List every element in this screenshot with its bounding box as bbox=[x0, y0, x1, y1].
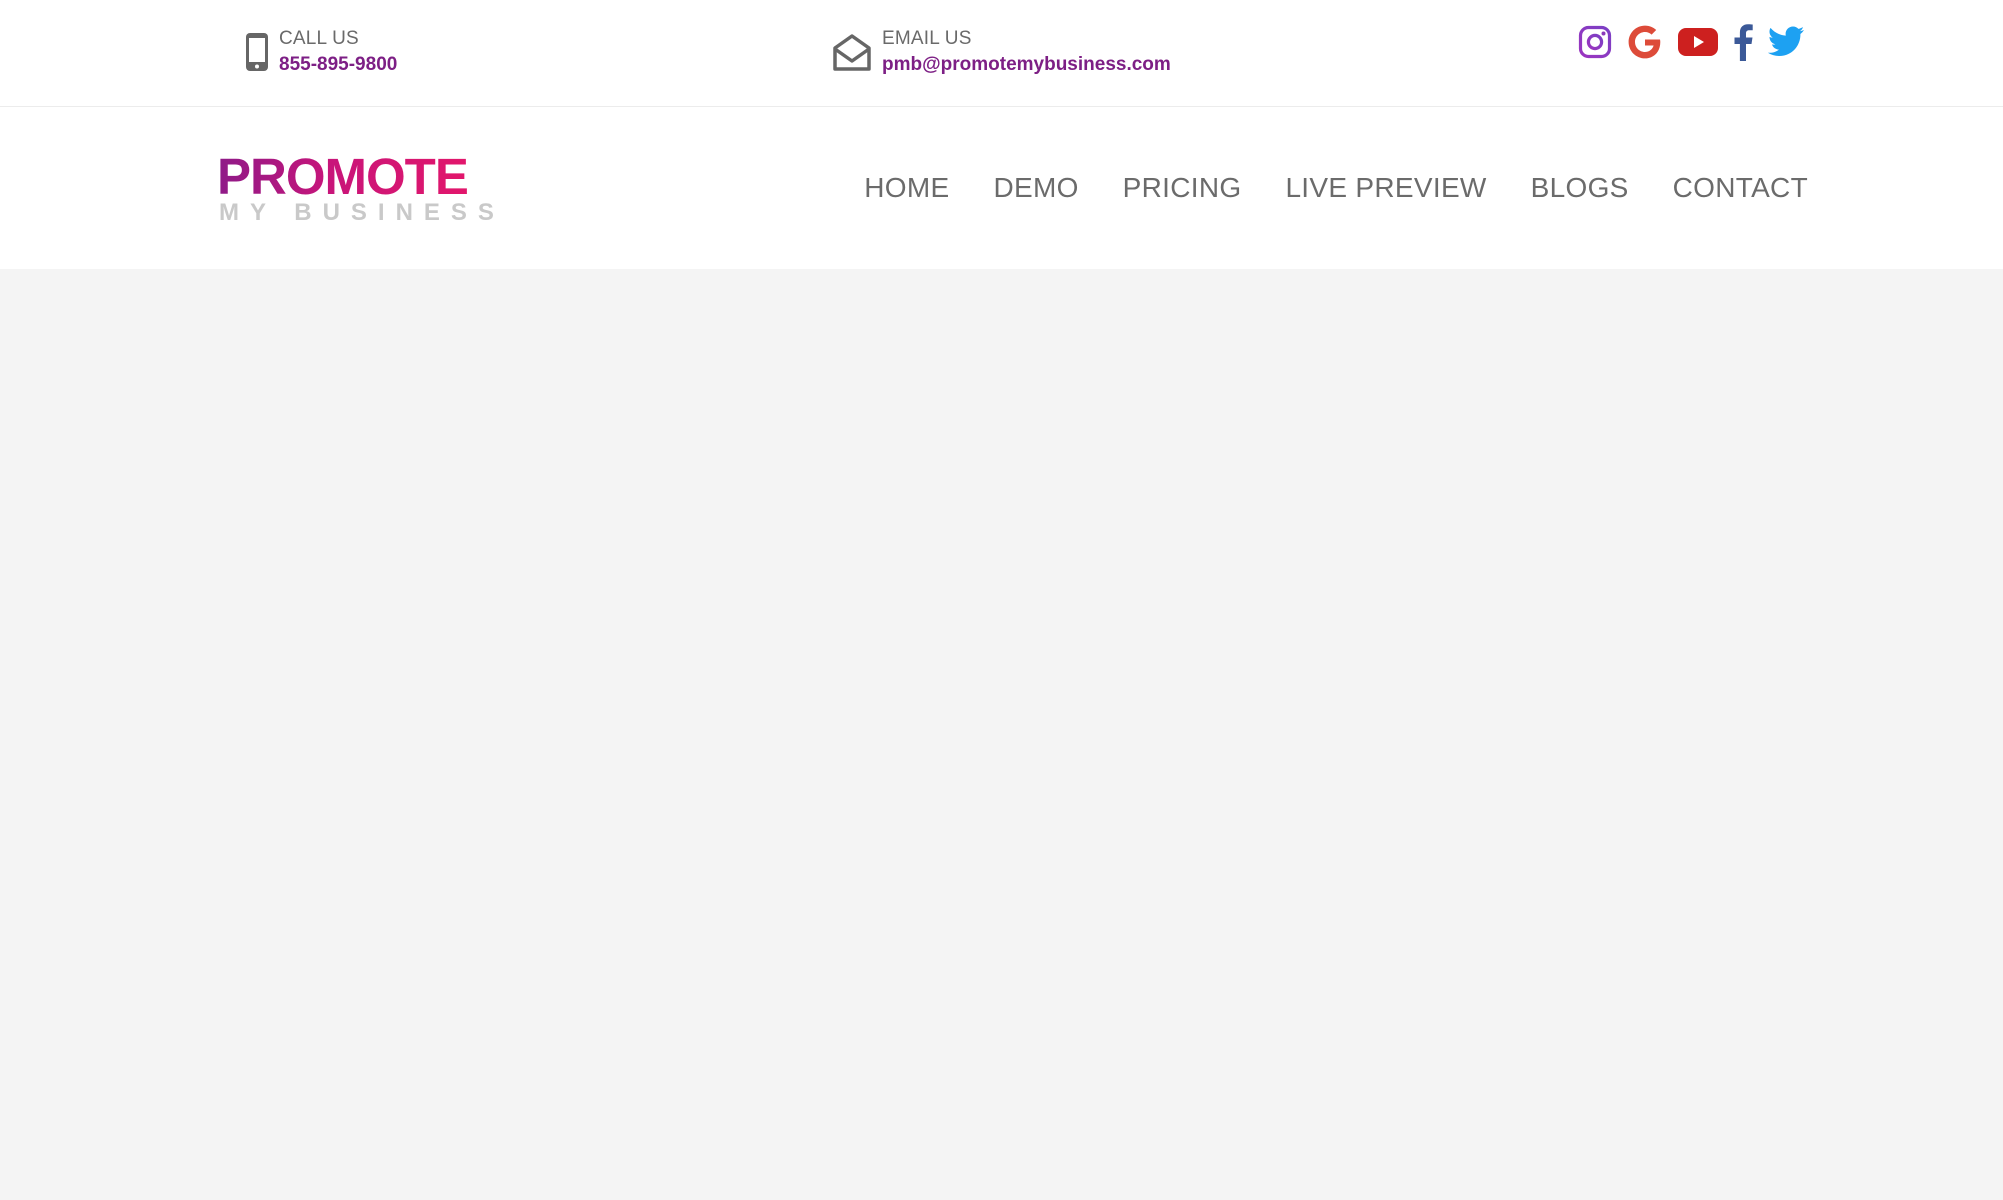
promote-my-business-logo[interactable]: PROMOTE MY BUSINESS bbox=[217, 147, 494, 227]
twitter-icon bbox=[1767, 26, 1805, 63]
logo-wordmark-bottom: MY BUSINESS bbox=[219, 199, 505, 226]
main-content-area bbox=[0, 269, 2003, 1200]
main-navbar: PROMOTE MY BUSINESS HOME DEMO PRICING LI… bbox=[0, 107, 2003, 269]
email-us-label: EMAIL US bbox=[882, 28, 972, 49]
open-envelope-icon bbox=[832, 32, 872, 72]
facebook-icon bbox=[1732, 23, 1754, 66]
nav-item-home[interactable]: HOME bbox=[864, 163, 949, 213]
email-us-block: EMAIL US pmb@promotemybusiness.com bbox=[832, 26, 1171, 78]
instagram-icon bbox=[1578, 25, 1612, 64]
call-us-label: CALL US bbox=[279, 28, 359, 49]
nav-item-blogs[interactable]: BLOGS bbox=[1531, 163, 1629, 213]
top-contact-bar: CALL US 855-895-9800 EMAIL US pmb@promot… bbox=[0, 0, 2003, 107]
phone-number-link[interactable]: 855-895-9800 bbox=[279, 52, 397, 78]
logo-wordmark-top: PROMOTE bbox=[217, 148, 469, 205]
mobile-phone-icon bbox=[245, 32, 269, 72]
youtube-icon bbox=[1678, 27, 1718, 62]
call-us-block: CALL US 855-895-9800 bbox=[245, 26, 397, 78]
nav-item-demo[interactable]: DEMO bbox=[993, 163, 1078, 213]
nav-item-pricing[interactable]: PRICING bbox=[1123, 163, 1242, 213]
youtube-link[interactable] bbox=[1676, 27, 1720, 62]
social-links bbox=[1576, 23, 1816, 66]
instagram-link[interactable] bbox=[1576, 25, 1614, 64]
email-address-link[interactable]: pmb@promotemybusiness.com bbox=[882, 52, 1171, 78]
nav-item-contact[interactable]: CONTACT bbox=[1673, 163, 1808, 213]
google-link[interactable] bbox=[1624, 23, 1666, 66]
google-icon bbox=[1626, 23, 1664, 66]
twitter-link[interactable] bbox=[1766, 26, 1806, 63]
primary-menu: HOME DEMO PRICING LIVE PREVIEW BLOGS CON… bbox=[864, 163, 1808, 213]
nav-item-live-preview[interactable]: LIVE PREVIEW bbox=[1285, 163, 1486, 213]
facebook-link[interactable] bbox=[1730, 23, 1756, 66]
